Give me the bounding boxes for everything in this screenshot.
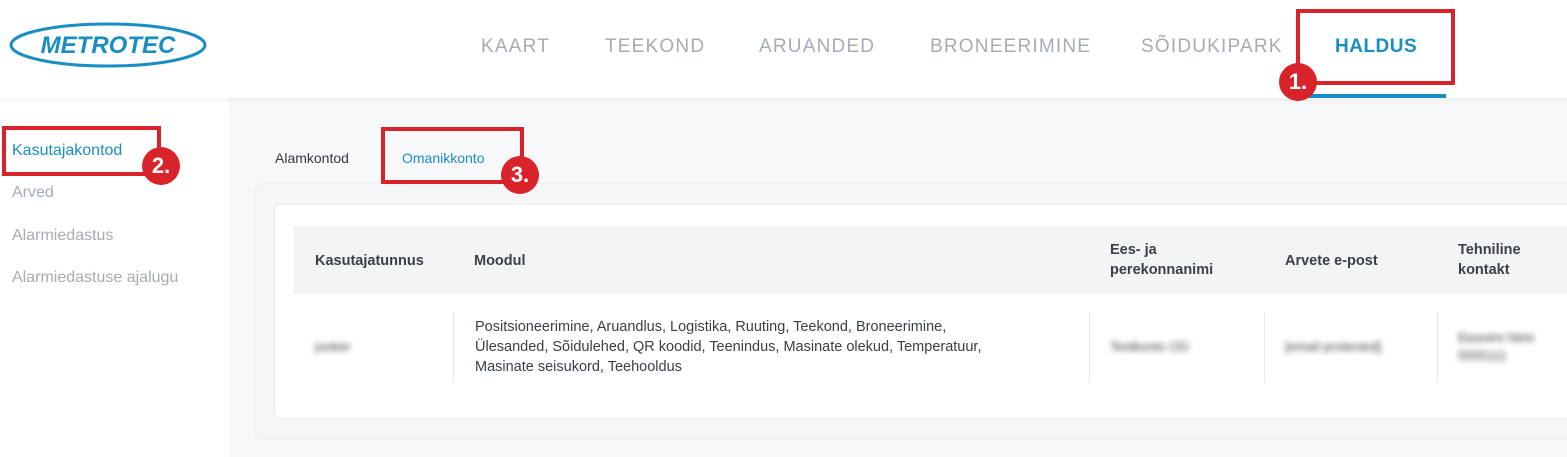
tab-alamkontod[interactable]: Alamkontod [275,150,349,166]
annotation-badge-1: 1. [1279,63,1317,101]
nav-soidukipark[interactable]: SÕIDUKIPARK [1141,36,1283,58]
sidebar-item-alarmiedastuse-ajalugu[interactable]: Alarmiedastuse ajalugu [12,269,178,287]
column-header-module: Moodul [474,253,526,269]
column-header-tech-line2: kontakt [1458,262,1510,278]
cell-email: [email protected] [1285,339,1382,354]
cell-tech-line2: 5555111 [1458,348,1507,363]
cell-module-line1: Positsioneerimine, Aruandlus, Logistika,… [475,319,947,335]
cell-tech-line1: Eesnimi Nimi [1458,330,1534,345]
active-nav-underline [1307,94,1446,98]
column-divider [1264,312,1265,382]
annotation-highlight-kasutajakontod [2,126,161,176]
column-header-username: Kasutajatunnus [315,253,424,269]
nav-aruanded[interactable]: ARUANDED [759,36,875,58]
sidebar-item-alarmiedastus[interactable]: Alarmiedastus [12,227,113,245]
metrotec-logo[interactable]: METROTEC [8,20,208,70]
cell-name: Testkonto OÜ [1110,339,1189,354]
column-divider [1089,312,1090,382]
annotation-badge-2: 2. [142,147,180,185]
cell-module-line2: Ülesanded, Sõidulehed, QR koodid, Teenin… [475,339,982,355]
column-divider [453,312,454,382]
column-header-name-line1: Ees- ja [1110,242,1157,258]
annotation-badge-3: 3. [501,156,539,194]
sidebar-item-arved[interactable]: Arved [12,184,54,202]
annotation-highlight-haldus [1296,9,1455,85]
nav-kaart[interactable]: KAART [481,36,550,58]
svg-text:METROTEC: METROTEC [41,32,176,59]
column-divider [1437,312,1438,382]
column-header-tech-line1: Tehniline [1458,242,1521,258]
column-header-name-line2: perekonnanimi [1110,262,1214,278]
nav-broneerimine[interactable]: BRONEERIMINE [930,36,1091,58]
nav-teekond[interactable]: TEEKOND [605,36,705,58]
column-header-email: Arvete e-post [1285,253,1378,269]
cell-module-line3: Masinate seisukord, Teehooldus [475,359,682,375]
cell-username: jooker [315,339,351,354]
